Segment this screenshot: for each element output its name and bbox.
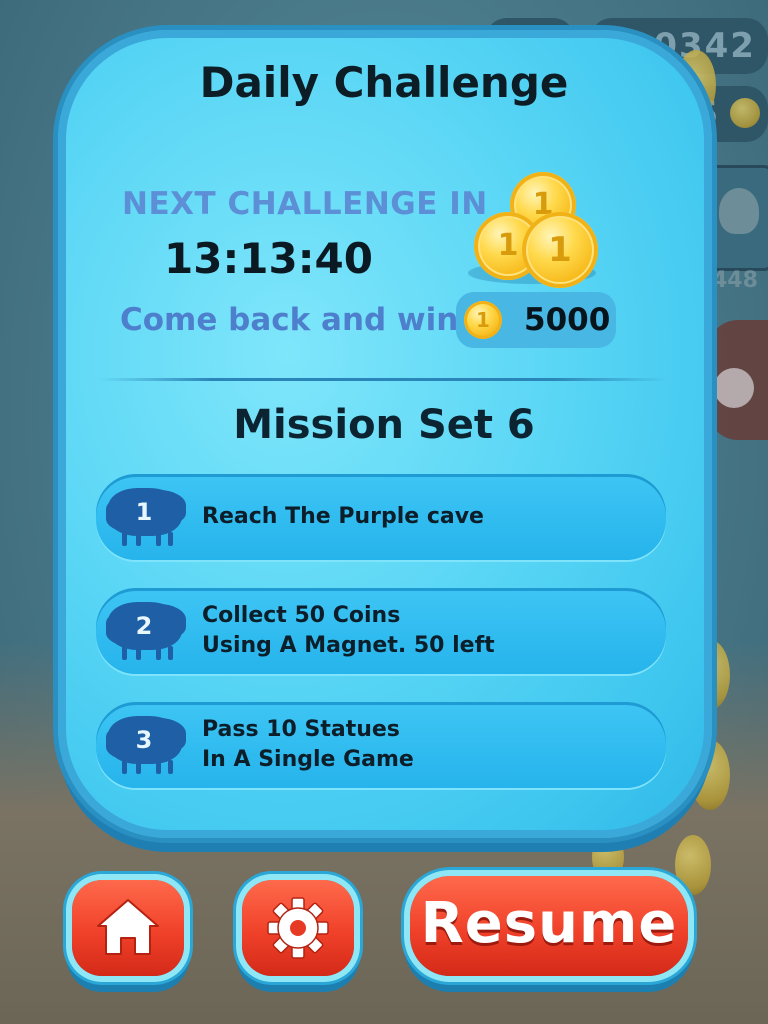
sheep-icon: 2 bbox=[104, 596, 184, 660]
come-back-label: Come back and win: bbox=[120, 302, 471, 338]
sheep-icon: 3 bbox=[104, 710, 184, 774]
mission-description: Collect 50 Coins Using A Magnet. 50 left bbox=[202, 588, 642, 674]
gear-icon bbox=[267, 897, 329, 959]
countdown-timer: 13:13:40 bbox=[164, 234, 373, 283]
coin-pile-icon: 1 1 1 bbox=[466, 170, 606, 290]
mission-number: 1 bbox=[135, 498, 153, 526]
avatar-silhouette-icon bbox=[719, 188, 759, 234]
next-challenge-label: NEXT CHALLENGE IN bbox=[122, 186, 488, 222]
reward-badge: 1 5000 bbox=[456, 292, 616, 348]
settings-button[interactable] bbox=[242, 880, 354, 976]
panel-title: Daily Challenge bbox=[199, 58, 569, 107]
mission-set-title: Mission Set 6 bbox=[233, 402, 535, 448]
mission-row: 1 Reach The Purple cave bbox=[96, 474, 666, 560]
background-coin-icon bbox=[592, 832, 624, 882]
mission-line: Pass 10 Statues bbox=[202, 717, 400, 742]
coin-icon: 1 bbox=[522, 212, 598, 288]
mission-description: Reach The Purple cave bbox=[202, 474, 642, 560]
resume-button-label: Resume bbox=[420, 891, 678, 956]
coin-icon: 1 bbox=[464, 301, 502, 339]
mission-line: Using A Magnet. 50 left bbox=[202, 633, 495, 658]
mission-number: 3 bbox=[135, 726, 153, 754]
mission-line: In A Single Game bbox=[202, 747, 414, 772]
mission-line: Collect 50 Coins bbox=[202, 603, 401, 628]
resume-button[interactable]: Resume bbox=[410, 876, 688, 976]
mission-row: 3 Pass 10 Statues In A Single Game bbox=[96, 702, 666, 788]
mission-row: 2 Collect 50 Coins Using A Magnet. 50 le… bbox=[96, 588, 666, 674]
home-icon bbox=[97, 899, 159, 955]
section-divider bbox=[98, 378, 668, 381]
friend-score: 448 bbox=[712, 268, 758, 293]
mission-description: Pass 10 Statues In A Single Game bbox=[202, 702, 642, 788]
reward-amount: 5000 bbox=[524, 302, 611, 338]
mission-line: Reach The Purple cave bbox=[202, 504, 484, 529]
sheep-icon: 1 bbox=[104, 482, 184, 546]
home-button[interactable] bbox=[72, 880, 184, 976]
game-screen: ✕ 000342 6 448 Daily Challenge NEXT CHAL… bbox=[0, 0, 768, 1024]
mission-number: 2 bbox=[135, 612, 153, 640]
